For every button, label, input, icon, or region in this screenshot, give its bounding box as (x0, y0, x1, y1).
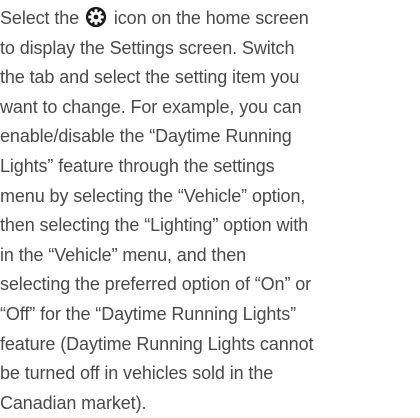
paragraph-line: selecting the preferred option of “On” o… (0, 274, 312, 295)
paragraph-line: be turned off in vehicles sold in the (0, 363, 274, 384)
paragraph-line: Canadian market). (0, 392, 147, 413)
paragraph-line: then selecting the “Lighting” option wit… (0, 215, 309, 236)
paragraph-line: feature (Daytime Running Lights cannot (0, 333, 314, 354)
line1-text-after-icon: icon on the home screen (108, 8, 309, 28)
paragraph-line: want to change. For example, you can (0, 96, 302, 117)
paragraph-line: “Off” for the “Daytime Running Lights” (0, 303, 296, 324)
gear-icon (85, 6, 107, 28)
paragraph-line-1: Select the icon on the home screen (0, 4, 420, 34)
manual-page: Select the icon on the home screen to di… (0, 0, 420, 415)
paragraph-line: menu by selecting the “Vehicle” option, (0, 185, 306, 206)
paragraph-line: in the “Vehicle” menu, and then (0, 244, 247, 265)
paragraph-line: Lights” feature through the settings (0, 155, 275, 176)
paragraph-line: to display the Settings screen. Switch (0, 37, 295, 58)
instruction-paragraph: Select the icon on the home screen to di… (0, 4, 420, 418)
paragraph-line: the tab and select the setting item you (0, 67, 300, 88)
line1-text-before-icon: Select the (0, 8, 84, 28)
paragraph-line: enable/disable the “Daytime Running (0, 126, 292, 147)
